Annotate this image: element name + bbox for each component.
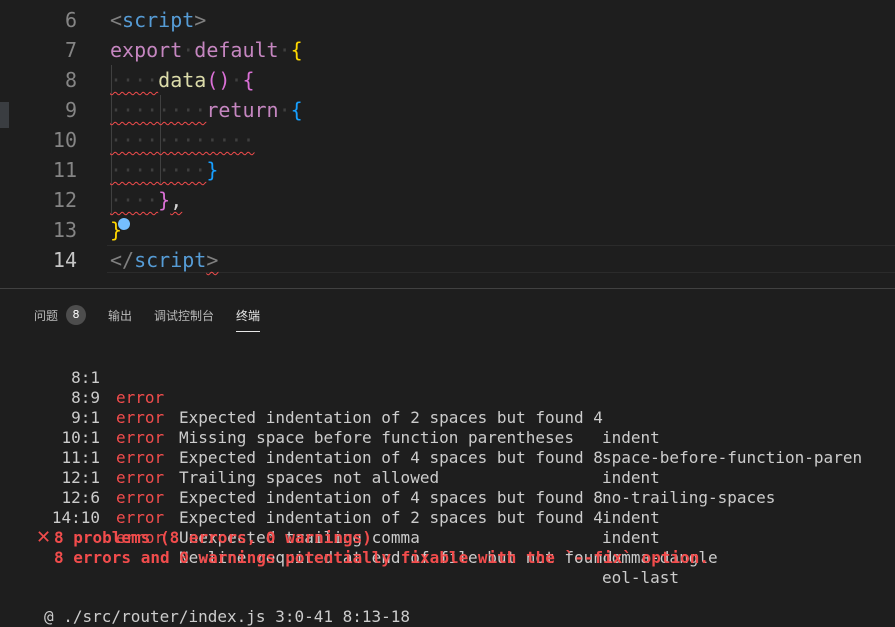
line-number: 11	[52, 158, 77, 182]
lint-output-row: 11:1 error Expected indentation of 4 spa…	[0, 428, 895, 527]
tab-label: 问题	[34, 308, 59, 323]
code-line[interactable]: 11 ········}	[0, 155, 895, 185]
line-number: 12	[52, 188, 77, 212]
line-number: 9	[64, 98, 77, 122]
code-line[interactable]: 7 export·default·{	[0, 35, 895, 65]
tab-label: 输出	[108, 308, 133, 323]
lint-location: 14:10	[51, 508, 100, 527]
lint-rule: indent	[602, 508, 660, 527]
line-number: 13	[52, 218, 77, 242]
tab-problems[interactable]: 问题 8	[34, 301, 87, 329]
lint-rule: eol-last	[602, 568, 680, 587]
line-number: 14	[52, 248, 77, 272]
code-text[interactable]: ········return·{	[110, 95, 303, 125]
code-line[interactable]: 10 ············	[0, 125, 895, 155]
lint-output-row: 14:10 error Newline required at end of f…	[0, 488, 895, 587]
code-text[interactable]: export·default·{	[110, 35, 303, 65]
code-text[interactable]: </script>	[110, 245, 218, 275]
code-editor[interactable]: 6 <script> 7 export·default·{ 8 ····data…	[0, 0, 895, 288]
line-number: 7	[64, 38, 77, 62]
code-line[interactable]: 6 <script>	[0, 5, 895, 35]
line-number: 10	[52, 128, 77, 152]
problems-summary: 8 problems (8 errors, 0 warnings)	[54, 528, 372, 547]
lint-severity: error	[116, 508, 165, 527]
line-number: 6	[64, 8, 77, 32]
lint-output-row: 8:9 error Missing space before function …	[0, 368, 895, 467]
problems-count-badge: 8	[66, 305, 87, 325]
tab-debug-console[interactable]: 调试控制台	[154, 301, 214, 329]
bottom-panel: 问题 8 输出 调试控制台 终端 8:1 error Expected inde…	[0, 288, 895, 626]
tab-terminal[interactable]: 终端	[236, 301, 261, 332]
code-text[interactable]: <script>	[110, 5, 206, 35]
tab-label: 终端	[236, 308, 261, 323]
lint-output-row: 9:1 error Expected indentation of 4 spac…	[0, 388, 895, 487]
lint-message: Expected indentation of 2 spaces but fou…	[179, 508, 603, 527]
lint-output-row: 12:1 error Expected indentation of 2 spa…	[0, 448, 895, 547]
code-text[interactable]: ············	[110, 125, 255, 155]
code-text[interactable]: ····data()·{	[110, 65, 255, 95]
code-line[interactable]: 8 ····data()·{	[0, 65, 895, 95]
lint-output-row: 10:1 error Trailing spaces not allowed n…	[0, 408, 895, 507]
code-line[interactable]: 14 </script>	[0, 245, 895, 275]
tab-label: 调试控制台	[154, 308, 215, 323]
code-line[interactable]: 13 }	[0, 215, 895, 245]
tab-output[interactable]: 输出	[108, 301, 132, 329]
panel-tabs: 问题 8 输出 调试控制台 终端	[34, 301, 282, 332]
code-text[interactable]: ········}	[110, 155, 218, 185]
code-text[interactable]: ····},	[110, 185, 182, 215]
lightbulb-icon[interactable]	[118, 218, 130, 230]
fixable-summary: 8 errors and 0 warnings potentially fixa…	[54, 548, 710, 567]
code-line[interactable]: 12 ····},	[0, 185, 895, 215]
line-number: 8	[64, 68, 77, 92]
code-line[interactable]: 9 ········return·{	[0, 95, 895, 125]
lint-output-row: 12:6 error Unexpected trailing comma com…	[0, 468, 895, 567]
error-x-icon: ✕	[36, 527, 52, 548]
lint-rule: indent	[602, 528, 660, 547]
module-trace: @ ./src/router/index.js 3:0-41 8:13-18	[44, 607, 411, 626]
lint-output-row: 8:1 error Expected indentation of 2 spac…	[0, 348, 895, 447]
